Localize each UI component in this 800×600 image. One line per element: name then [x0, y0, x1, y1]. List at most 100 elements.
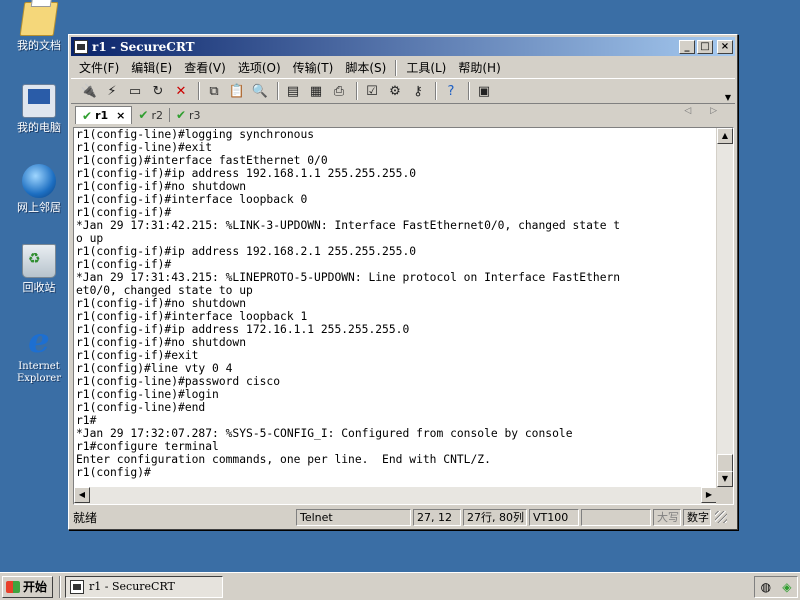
horizontal-scrollbar[interactable]: ◀ ▶ [74, 487, 733, 504]
menu-script[interactable]: 脚本(S) [339, 59, 392, 77]
disconnect-icon[interactable]: ✕ [171, 81, 191, 101]
menu-tools[interactable]: 工具(L) [400, 59, 452, 77]
minimize-button[interactable]: _ [679, 39, 695, 54]
tab-close-icon[interactable]: × [116, 109, 125, 122]
toolbar-separator [435, 82, 437, 100]
scroll-up-arrow-icon[interactable]: ▲ [717, 128, 733, 144]
scroll-down-arrow-icon[interactable]: ▼ [717, 471, 733, 487]
help-icon[interactable]: ? [441, 81, 461, 101]
terminal-output[interactable]: r1(config-line)#logging synchronous r1(co… [76, 128, 716, 488]
terminal-line: r1#configure terminal [76, 440, 219, 453]
tab-r1[interactable]: ✔ r1 × [75, 106, 133, 124]
scroll-right-arrow-icon[interactable]: ▶ [701, 487, 717, 503]
desktop-icon-my-documents[interactable]: 我的文档 [4, 2, 74, 52]
title-bar[interactable]: r1 - SecureCRT _ □ × [71, 37, 735, 56]
desktop-icon-recycle-bin[interactable]: 回收站 [4, 244, 74, 294]
toolbar-separator [468, 82, 470, 100]
terminal-line: *Jan 29 17:31:42.215: %LINK-3-UPDOWN: In… [76, 219, 621, 232]
folder-icon [19, 2, 59, 36]
terminal-line: o up [76, 232, 104, 245]
status-protocol: Telnet [296, 508, 411, 526]
menu-transfer[interactable]: 传输(T) [287, 59, 340, 77]
scrollbar-corner [716, 487, 733, 504]
snapshot-icon[interactable]: ▣ [474, 81, 494, 101]
terminal-line: r1(config-if)#no shutdown [76, 180, 247, 193]
taskbar-button-securecrt[interactable]: r1 - SecureCRT [65, 575, 224, 598]
terminal-line: r1(config-line)#exit [76, 141, 213, 154]
toolbar-overflow-icon[interactable]: ▼ [725, 93, 731, 102]
menu-help[interactable]: 帮助(H) [452, 59, 506, 77]
window-title: r1 - SecureCRT [92, 39, 195, 54]
toolbar-separator [356, 82, 358, 100]
connect-icon[interactable]: 🔌 [79, 81, 99, 101]
desktop-icon-network[interactable]: 网上邻居 [4, 164, 74, 214]
terminal-line: r1(config-if)#exit [76, 349, 199, 362]
toolbar: 🔌 ⚡ ▭ ↻ ✕ ⧉ 📋 🔍 ▤ ▦ ⎙ ☑ ⚙ ⚷ ? ▣ ▼ [71, 78, 735, 104]
menu-view[interactable]: 查看(V) [178, 59, 232, 77]
copy-icon[interactable]: ⧉ [204, 81, 224, 101]
system-tray: ◍ ◈ [754, 576, 798, 598]
close-button[interactable]: × [717, 39, 733, 54]
resize-grip-icon[interactable] [715, 511, 727, 523]
start-button[interactable]: 开始 [2, 575, 54, 598]
terminal-line: r1(config-if)#interface loopback 0 [76, 193, 308, 206]
print-selection-icon[interactable]: ▦ [306, 81, 326, 101]
status-terminal-size: 27行, 80列 [463, 508, 527, 526]
connected-check-icon: ✔ [82, 108, 93, 123]
terminal-line: r1(config-if)#no shutdown [76, 297, 247, 310]
terminal-line: r1(config-line)#end [76, 401, 206, 414]
internet-explorer-icon: e [28, 321, 50, 361]
tab-r2[interactable]: ✔ r2 [132, 106, 169, 124]
status-blank [581, 508, 651, 526]
global-options-icon[interactable]: ⚙ [385, 81, 405, 101]
tab-r3[interactable]: ✔ r3 [170, 106, 207, 124]
connected-check-icon: ✔ [175, 108, 187, 122]
tray-network-icon[interactable]: ◈ [782, 580, 791, 594]
tab-scroll-arrows[interactable]: ◁ ▷ [684, 106, 725, 116]
terminal-line: r1(config-if)#ip address 172.16.1.1 255.… [76, 323, 410, 336]
terminal-line: r1(config-line)#login [76, 388, 219, 401]
menu-edit[interactable]: 编辑(E) [125, 59, 178, 77]
tab-label: r2 [151, 108, 163, 122]
quick-connect-icon[interactable]: ⚡ [102, 81, 122, 101]
scroll-left-arrow-icon[interactable]: ◀ [74, 487, 90, 503]
terminal-line: Enter configuration commands, one per li… [76, 453, 491, 466]
maximize-button[interactable]: □ [697, 39, 713, 54]
terminal-line: r1(config)# [76, 466, 151, 479]
terminal-line: r1(config-if)# [76, 258, 172, 271]
find-icon[interactable]: 🔍 [250, 81, 270, 101]
menu-options[interactable]: 选项(O) [232, 59, 287, 77]
status-bar: 就绪 Telnet 27, 12 27行, 80列 VT100 大写 数字 [71, 507, 735, 527]
terminal-pane[interactable]: r1(config-line)#logging synchronous r1(co… [73, 127, 734, 505]
status-emulation: VT100 [529, 508, 579, 526]
status-cursor-position: 27, 12 [413, 508, 461, 526]
menu-file[interactable]: 文件(F) [73, 59, 125, 77]
menu-bar: 文件(F) 编辑(E) 查看(V) 选项(O) 传输(T) 脚本(S) 工具(L… [71, 58, 735, 78]
session-tab-bar: ✔ r1 × ✔ r2 ✔ r3 ◁ ▷ [71, 104, 735, 124]
desktop-icon-my-computer[interactable]: 我的电脑 [4, 84, 74, 134]
print-setup-icon[interactable]: ▤ [283, 81, 303, 101]
windows-logo-icon [6, 580, 20, 593]
paste-icon[interactable]: 📋 [227, 81, 247, 101]
securecrt-app-icon[interactable] [74, 39, 88, 54]
terminal-line: *Jan 29 17:32:07.287: %SYS-5-CONFIG_I: C… [76, 427, 573, 440]
keymap-icon[interactable]: ⚷ [408, 81, 428, 101]
terminal-line: r1# [76, 414, 97, 427]
connect-in-tab-icon[interactable]: ▭ [125, 81, 145, 101]
network-icon [22, 164, 56, 198]
session-options-icon[interactable]: ☑ [362, 81, 382, 101]
terminal-line: r1(config-if)#ip address 192.168.2.1 255… [76, 245, 417, 258]
toolbar-separator [277, 82, 279, 100]
vertical-scrollbar[interactable]: ▲ ▼ [716, 128, 733, 488]
taskbar-separator [59, 575, 62, 598]
print-icon[interactable]: ⎙ [329, 81, 349, 101]
status-num-lock: 数字 [683, 508, 711, 526]
tab-label: r3 [189, 108, 201, 122]
desktop-icon-internet-explorer[interactable]: e Internet Explorer [3, 324, 75, 385]
terminal-line: r1(config)#line vty 0 4 [76, 362, 233, 375]
recycle-bin-icon [22, 244, 56, 278]
tray-volume-icon[interactable]: ◍ [761, 580, 771, 594]
reconnect-icon[interactable]: ↻ [148, 81, 168, 101]
connected-check-icon: ✔ [138, 108, 149, 122]
terminal-line: r1(config-if)#interface loopback 1 [76, 310, 308, 323]
